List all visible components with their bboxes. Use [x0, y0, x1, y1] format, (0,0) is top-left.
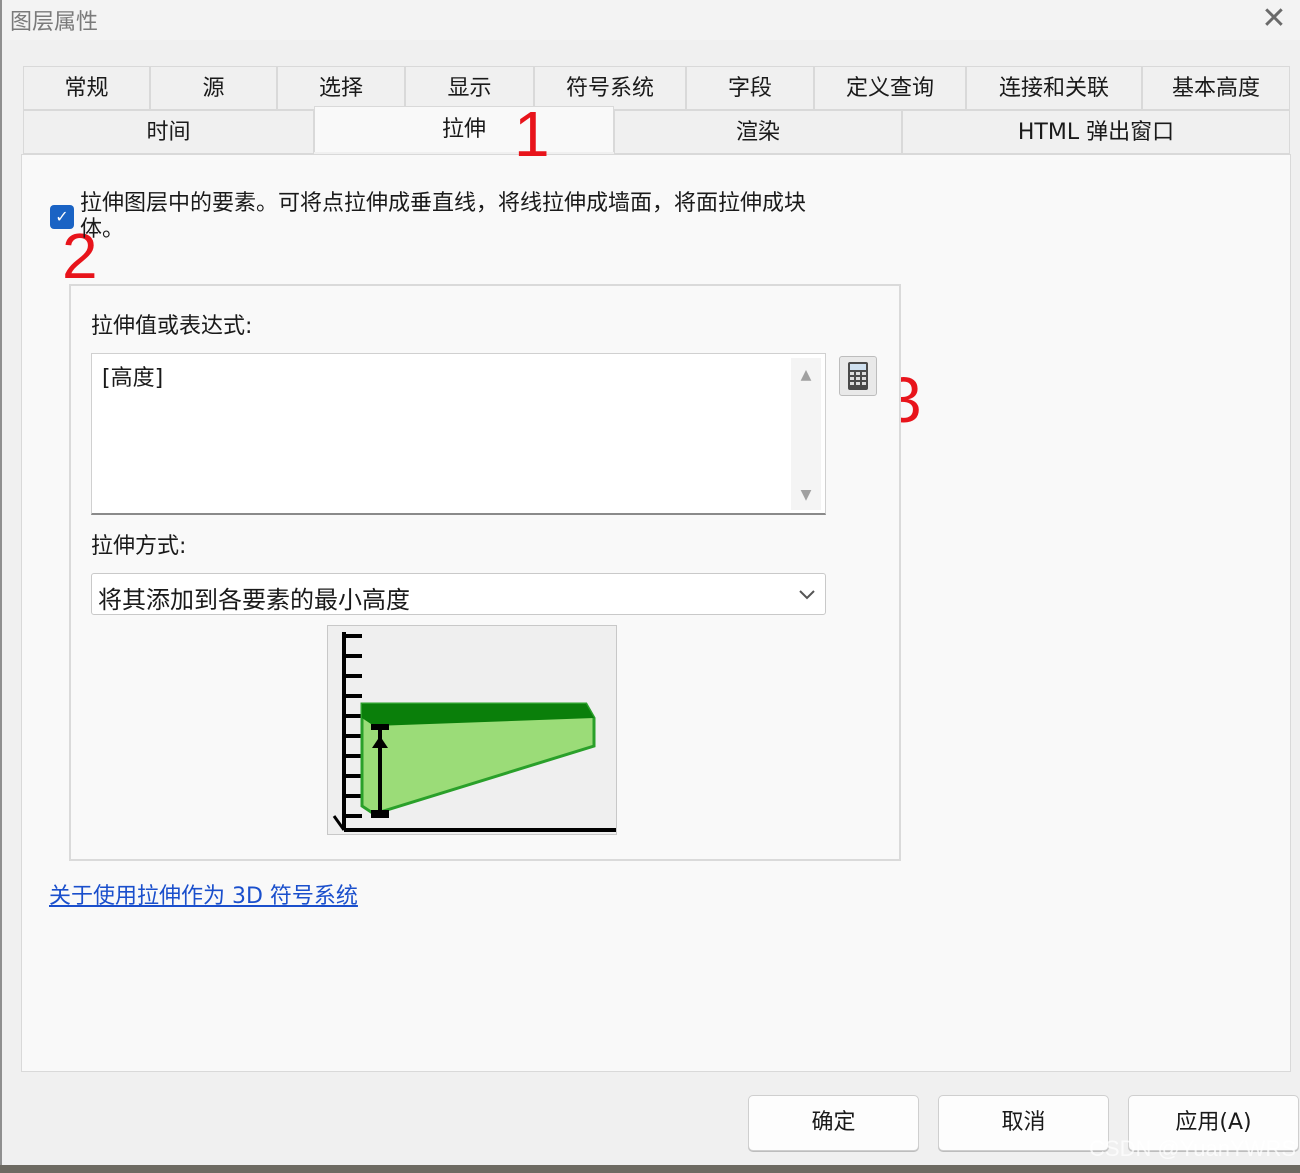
chevron-down-icon [799, 590, 815, 600]
layer-properties-dialog: 图层属性 ✕ 常规 源 选择 显示 符号系统 字段 定义查询 连接和关联 基本高… [0, 0, 1300, 1165]
tab-base-heights[interactable]: 基本高度 [1142, 66, 1290, 110]
expression-value: [高度] [102, 366, 164, 391]
tab-extrusion[interactable]: 拉伸 [314, 106, 614, 152]
tab-html-popup[interactable]: HTML 弹出窗口 [902, 110, 1290, 154]
title-bar: 图层属性 ✕ [2, 0, 1300, 40]
extrude-checkbox-label: 拉伸图层中的要素。可将点拉伸成垂直线，将线拉伸成墙面，将面拉伸成块体。 [80, 191, 807, 242]
extrusion-preview-image [327, 625, 617, 835]
tab-rendering[interactable]: 渲染 [614, 110, 902, 154]
tab-joins-relates[interactable]: 连接和关联 [966, 66, 1142, 110]
extrusion-help-link[interactable]: 关于使用拉伸作为 3D 符号系统 [49, 878, 358, 910]
expression-builder-button[interactable] [839, 356, 877, 396]
scroll-up-icon[interactable]: ▲ [797, 368, 815, 382]
scroll-down-icon[interactable]: ▼ [797, 488, 815, 502]
watermark: CSDN @YuanYWRS [1089, 1136, 1296, 1161]
desktop-background-strip [0, 1165, 1300, 1173]
ok-button[interactable]: 确定 [748, 1095, 919, 1151]
calculator-icon [848, 362, 868, 390]
tab-fields[interactable]: 字段 [686, 66, 814, 110]
extrude-checkbox[interactable]: ✓ [50, 205, 74, 229]
extrusion-method-value: 将其添加到各要素的最小高度 [98, 586, 410, 614]
close-icon[interactable]: ✕ [1256, 2, 1292, 36]
tab-source[interactable]: 源 [150, 66, 277, 110]
annotation-1: 1 [514, 98, 550, 170]
extrusion-method-select[interactable]: 将其添加到各要素的最小高度 [91, 573, 826, 615]
textarea-scrollbar[interactable]: ▲ ▼ [791, 358, 821, 510]
extrusion-diagram [332, 632, 616, 832]
tab-selection[interactable]: 选择 [277, 66, 405, 110]
expression-label: 拉伸值或表达式: [91, 314, 253, 339]
window-title: 图层属性 [10, 10, 99, 35]
tab-symbology[interactable]: 符号系统 [534, 66, 686, 110]
tab-general[interactable]: 常规 [23, 66, 150, 110]
expression-textarea[interactable]: [高度] ▲ ▼ [91, 353, 826, 515]
method-label: 拉伸方式: [91, 534, 187, 559]
cancel-button[interactable]: 取消 [938, 1095, 1109, 1151]
tab-definition-query[interactable]: 定义查询 [814, 66, 966, 110]
tab-time[interactable]: 时间 [23, 110, 314, 154]
